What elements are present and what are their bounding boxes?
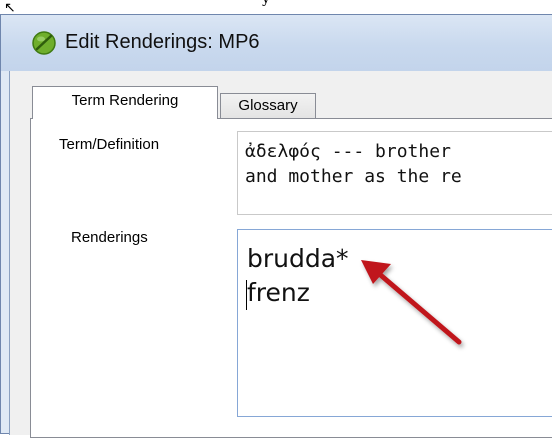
definition-line: ἀδελφός --- brother [245, 141, 451, 162]
renderings-label: Renderings [71, 229, 148, 246]
mouse-cursor-icon: ↖ [4, 0, 16, 15]
title-bar[interactable]: Edit Renderings: MP6 [1, 15, 552, 71]
cropped-text-fragment: y [262, 0, 270, 7]
term-definition-label: Term/Definition [59, 136, 160, 153]
tab-glossary[interactable]: Glossary [220, 93, 316, 119]
red-arrow-annotation [361, 260, 462, 345]
tab-term-rendering[interactable]: Term Rendering [32, 86, 218, 119]
text-caret [246, 280, 247, 310]
green-leaf-icon [32, 31, 56, 55]
term-definition-field[interactable]: ἀδελφός --- brother and mother as the re [237, 131, 552, 215]
edit-renderings-dialog: Edit Renderings: MP6 Term Rendering Glos… [0, 14, 552, 438]
definition-line: and mother as the re [245, 166, 462, 187]
window-title: Edit Renderings: MP6 [65, 31, 260, 53]
